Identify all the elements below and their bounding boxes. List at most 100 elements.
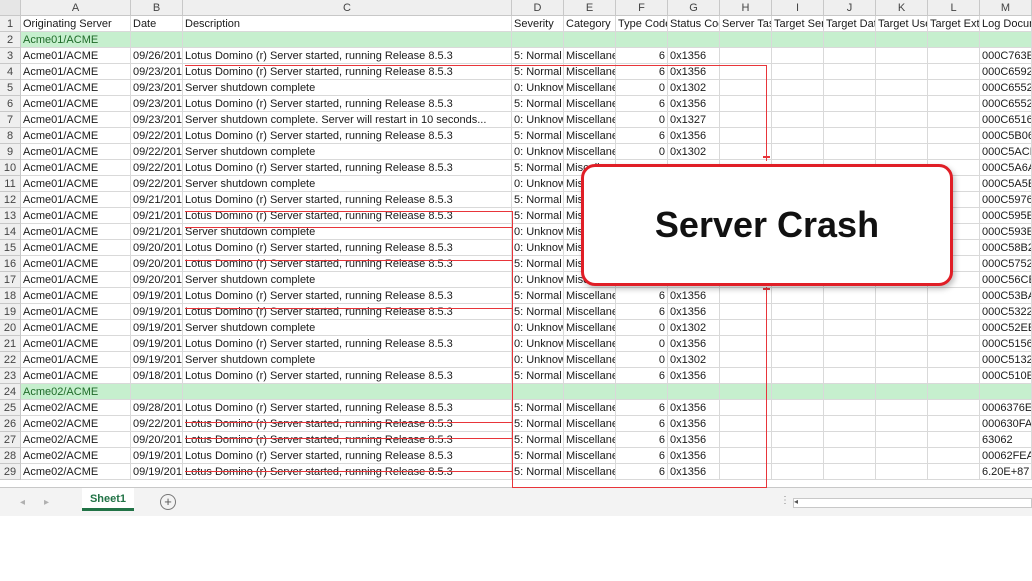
grid-cell[interactable] [824, 288, 876, 304]
grid-cell[interactable]: Server shutdown complete [183, 352, 512, 368]
row-number[interactable]: 5 [0, 80, 21, 96]
grid-cell[interactable]: Acme01/ACME [21, 304, 131, 320]
grid-cell[interactable]: Lotus Domino (r) Server started, running… [183, 128, 512, 144]
grid-cell[interactable] [183, 32, 512, 48]
grid-cell[interactable] [720, 416, 772, 432]
column-title-cell[interactable]: Target Extension [928, 16, 980, 32]
grid-cell[interactable]: Lotus Domino (r) Server started, running… [183, 288, 512, 304]
grid-cell[interactable] [772, 400, 824, 416]
grid-cell[interactable]: 000C5156 [980, 336, 1032, 352]
column-header-d[interactable]: D [512, 0, 564, 16]
grid-cell[interactable]: 5: Normal [512, 256, 564, 272]
grid-cell[interactable] [668, 384, 720, 400]
grid-cell[interactable] [720, 288, 772, 304]
grid-cell[interactable]: Lotus Domino (r) Server started, running… [183, 368, 512, 384]
grid-cell[interactable]: 000C593E [980, 224, 1032, 240]
grid-cell[interactable]: Lotus Domino (r) Server started, running… [183, 160, 512, 176]
grid-cell[interactable]: Server shutdown complete. Server will re… [183, 112, 512, 128]
grid-cell[interactable] [876, 96, 928, 112]
grid-cell[interactable]: 0x1302 [668, 144, 720, 160]
column-title-cell[interactable]: Type Code [616, 16, 668, 32]
grid-cell[interactable]: 000C52EE [980, 320, 1032, 336]
grid-cell[interactable]: 0: Unknown [512, 144, 564, 160]
grid-cell[interactable]: 000C5A5E [980, 176, 1032, 192]
grid-cell[interactable]: 09/19/201 [131, 448, 183, 464]
grid-cell[interactable] [720, 448, 772, 464]
grid-cell[interactable] [876, 432, 928, 448]
grid-cell[interactable]: 000C56CE [980, 272, 1032, 288]
grid-cell[interactable]: Acme01/ACME [21, 240, 131, 256]
grid-cell[interactable]: 5: Normal [512, 416, 564, 432]
row-number[interactable]: 18 [0, 288, 21, 304]
grid-cell[interactable]: 0x1356 [668, 368, 720, 384]
grid-cell[interactable] [772, 384, 824, 400]
grid-cell[interactable]: 00062FEA [980, 448, 1032, 464]
grid-cell[interactable] [876, 128, 928, 144]
grid-cell[interactable]: 09/20/201 [131, 272, 183, 288]
row-number[interactable]: 4 [0, 64, 21, 80]
grid-cell[interactable]: Acme01/ACME [21, 336, 131, 352]
grid-cell[interactable]: 5: Normal [512, 432, 564, 448]
grid-cell[interactable]: 5: Normal [512, 160, 564, 176]
grid-cell[interactable]: 5: Normal [512, 400, 564, 416]
grid-cell[interactable]: 5: Normal [512, 304, 564, 320]
column-header-b[interactable]: B [131, 0, 183, 16]
grid-cell[interactable]: 09/22/201 [131, 176, 183, 192]
grid-cell[interactable]: 0 [616, 320, 668, 336]
row-number[interactable]: 26 [0, 416, 21, 432]
grid-cell[interactable]: 0 [616, 336, 668, 352]
grid-cell[interactable]: 0 [616, 144, 668, 160]
grid-cell[interactable]: 0x1327 [668, 112, 720, 128]
grid-cell[interactable] [720, 128, 772, 144]
grid-cell[interactable] [876, 384, 928, 400]
grid-cell[interactable]: 09/20/201 [131, 240, 183, 256]
grid-cell[interactable] [980, 384, 1032, 400]
grid-cell[interactable] [928, 400, 980, 416]
grid-cell[interactable]: Miscellaneous [564, 352, 616, 368]
grid-cell[interactable]: Acme01/ACME [21, 320, 131, 336]
column-title-cell[interactable]: Category [564, 16, 616, 32]
grid-cell[interactable] [772, 352, 824, 368]
grid-cell[interactable] [824, 320, 876, 336]
grid-cell[interactable] [876, 352, 928, 368]
grid-cell[interactable] [772, 288, 824, 304]
grid-cell[interactable] [876, 464, 928, 480]
grid-cell[interactable] [720, 432, 772, 448]
grid-cell[interactable] [928, 416, 980, 432]
grid-cell[interactable] [876, 448, 928, 464]
grid-cell[interactable] [824, 432, 876, 448]
grid-cell[interactable] [824, 304, 876, 320]
grid-cell[interactable]: 000C5132 [980, 352, 1032, 368]
column-header-c[interactable]: C [183, 0, 512, 16]
grid-cell[interactable]: 0: Unknown [512, 240, 564, 256]
grid-cell[interactable] [772, 320, 824, 336]
grid-cell[interactable] [824, 400, 876, 416]
grid-cell[interactable] [824, 64, 876, 80]
column-header-a[interactable]: A [21, 0, 131, 16]
grid-cell[interactable] [876, 304, 928, 320]
row-number[interactable]: 17 [0, 272, 21, 288]
grid-cell[interactable]: Lotus Domino (r) Server started, running… [183, 192, 512, 208]
grid-cell[interactable] [772, 368, 824, 384]
grid-cell[interactable]: 5: Normal [512, 464, 564, 480]
horizontal-scrollbar[interactable]: ◂ [793, 497, 1032, 508]
grid-cell[interactable] [512, 32, 564, 48]
column-header-m[interactable]: M [980, 0, 1032, 16]
column-header-l[interactable]: L [928, 0, 980, 16]
grid-cell[interactable]: 0: Unknown [512, 272, 564, 288]
grid-cell[interactable] [720, 96, 772, 112]
grid-cell[interactable]: Miscellaneous [564, 368, 616, 384]
grid-cell[interactable]: 000C5976 [980, 192, 1032, 208]
grid-cell[interactable]: 09/22/201 [131, 160, 183, 176]
row-number[interactable]: 20 [0, 320, 21, 336]
grid-cell[interactable] [876, 368, 928, 384]
grid-cell[interactable] [772, 96, 824, 112]
grid-cell[interactable]: Acme01/ACME [21, 224, 131, 240]
grid-cell[interactable]: 09/23/201 [131, 112, 183, 128]
grid-cell[interactable]: Server shutdown complete [183, 272, 512, 288]
grid-cell[interactable] [928, 368, 980, 384]
grid-cell[interactable]: Server shutdown complete [183, 320, 512, 336]
grid-cell[interactable]: Miscellaneous [564, 112, 616, 128]
grid-cell[interactable]: 09/22/201 [131, 416, 183, 432]
grid-cell[interactable]: 09/21/201 [131, 208, 183, 224]
